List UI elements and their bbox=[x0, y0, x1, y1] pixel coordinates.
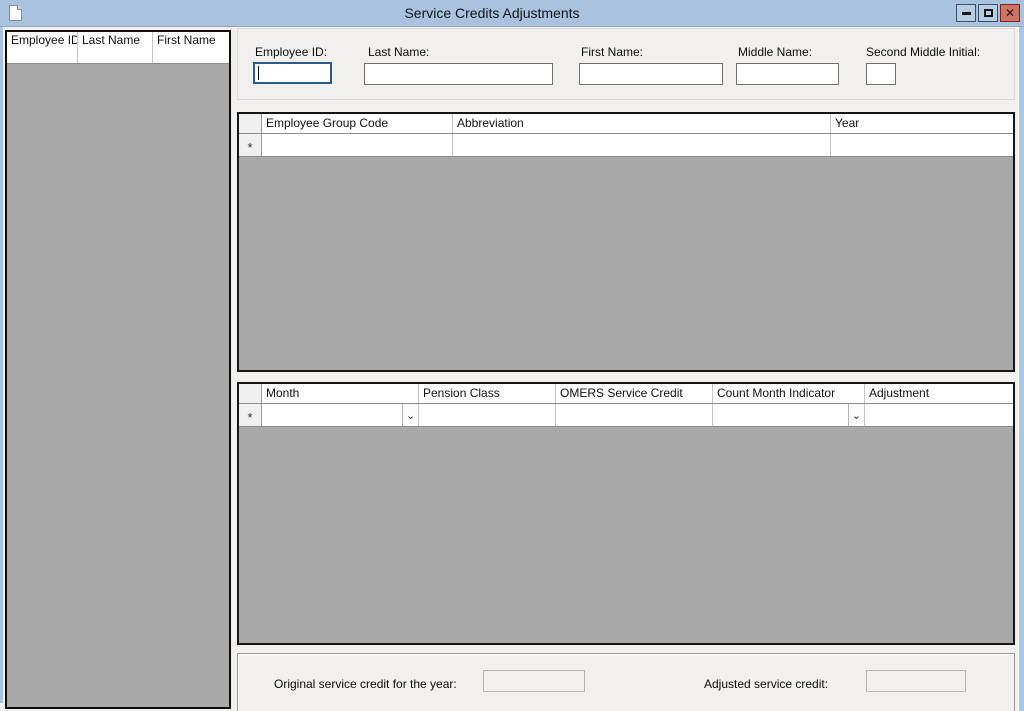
new-row-star: * bbox=[247, 137, 252, 154]
window-border-right bbox=[1018, 27, 1024, 711]
column-header-employee-group-code[interactable]: Employee Group Code bbox=[262, 114, 453, 133]
close-icon: ✕ bbox=[1005, 6, 1015, 20]
minimize-button[interactable] bbox=[956, 4, 976, 22]
text-caret bbox=[258, 66, 259, 80]
maximize-button[interactable] bbox=[978, 4, 998, 22]
pension-class-cell[interactable] bbox=[419, 404, 556, 426]
new-row-indicator[interactable]: * bbox=[239, 134, 262, 156]
middle-name-label: Middle Name: bbox=[738, 45, 812, 59]
group-code-cell[interactable] bbox=[262, 134, 453, 156]
column-header-last-name[interactable]: Last Name bbox=[78, 32, 153, 63]
window-controls: ✕ bbox=[956, 4, 1020, 22]
column-header-employee-id[interactable]: Employee ID bbox=[7, 32, 78, 63]
chevron-down-icon: ⌄ bbox=[852, 409, 861, 422]
original-service-credit-field bbox=[483, 670, 585, 692]
minimize-icon bbox=[962, 12, 971, 15]
month-combobox[interactable]: ⌄ bbox=[262, 404, 418, 426]
employee-id-input[interactable] bbox=[253, 62, 332, 84]
employee-form-panel: Employee ID: Last Name: First Name: Midd… bbox=[237, 28, 1015, 100]
first-name-input[interactable] bbox=[579, 63, 723, 85]
month-cell: ⌄ bbox=[262, 404, 419, 426]
last-name-label: Last Name: bbox=[368, 45, 429, 59]
month-dropdown-button[interactable]: ⌄ bbox=[402, 404, 418, 426]
window-border-left bbox=[0, 27, 3, 703]
group-grid-header: Employee Group Code Abbreviation Year bbox=[239, 114, 1013, 134]
chevron-down-icon: ⌄ bbox=[406, 409, 415, 422]
new-row-star: * bbox=[247, 407, 252, 424]
omers-service-credit-cell[interactable] bbox=[556, 404, 713, 426]
employee-list-header: Employee ID Last Name First Name bbox=[7, 32, 229, 64]
adjusted-service-credit-label: Adjusted service credit: bbox=[704, 677, 828, 691]
close-button[interactable]: ✕ bbox=[1000, 4, 1020, 22]
service-credit-grid: Month Pension Class OMERS Service Credit… bbox=[237, 382, 1015, 645]
middle-name-input[interactable] bbox=[736, 63, 839, 85]
column-header-year[interactable]: Year bbox=[831, 114, 1013, 133]
service-grid-new-row: * ⌄ ⌄ bbox=[239, 404, 1013, 427]
titlebar: Service Credits Adjustments ✕ bbox=[0, 0, 1024, 27]
group-grid-new-row: * bbox=[239, 134, 1013, 157]
employee-id-label: Employee ID: bbox=[255, 45, 327, 59]
service-credits-adjustments-window: Service Credits Adjustments ✕ Employee I… bbox=[0, 0, 1024, 711]
summary-panel: Original service credit for the year: Ad… bbox=[237, 653, 1015, 711]
month-combobox-value bbox=[262, 404, 402, 426]
column-header-pension-class[interactable]: Pension Class bbox=[419, 384, 556, 403]
first-name-label: First Name: bbox=[581, 45, 643, 59]
second-middle-initial-input[interactable] bbox=[866, 63, 896, 85]
abbreviation-cell[interactable] bbox=[453, 134, 831, 156]
employee-group-grid: Employee Group Code Abbreviation Year * bbox=[237, 112, 1015, 372]
column-header-adjustment[interactable]: Adjustment bbox=[865, 384, 1013, 403]
column-header-count-month-indicator[interactable]: Count Month Indicator bbox=[713, 384, 865, 403]
original-service-credit-label: Original service credit for the year: bbox=[274, 677, 457, 691]
year-cell[interactable] bbox=[831, 134, 1013, 156]
column-header-month[interactable]: Month bbox=[262, 384, 419, 403]
service-grid-corner-cell bbox=[239, 384, 262, 403]
column-header-omers-service-credit[interactable]: OMERS Service Credit bbox=[556, 384, 713, 403]
count-month-dropdown-button[interactable]: ⌄ bbox=[848, 404, 864, 426]
last-name-input[interactable] bbox=[364, 63, 553, 85]
service-grid-header: Month Pension Class OMERS Service Credit… bbox=[239, 384, 1013, 404]
column-header-abbreviation[interactable]: Abbreviation bbox=[453, 114, 831, 133]
window-title: Service Credits Adjustments bbox=[0, 5, 984, 21]
adjustment-cell[interactable] bbox=[865, 404, 1013, 426]
count-month-indicator-cell: ⌄ bbox=[713, 404, 865, 426]
maximize-icon bbox=[984, 9, 993, 17]
adjusted-service-credit-field bbox=[866, 670, 966, 692]
employee-list-grid: Employee ID Last Name First Name bbox=[5, 30, 231, 709]
count-month-indicator-combobox-value bbox=[713, 404, 848, 426]
count-month-indicator-combobox[interactable]: ⌄ bbox=[713, 404, 864, 426]
second-middle-initial-label: Second Middle Initial: bbox=[866, 45, 980, 59]
column-header-first-name[interactable]: First Name bbox=[153, 32, 229, 63]
new-row-indicator[interactable]: * bbox=[239, 404, 262, 426]
group-grid-corner-cell bbox=[239, 114, 262, 133]
